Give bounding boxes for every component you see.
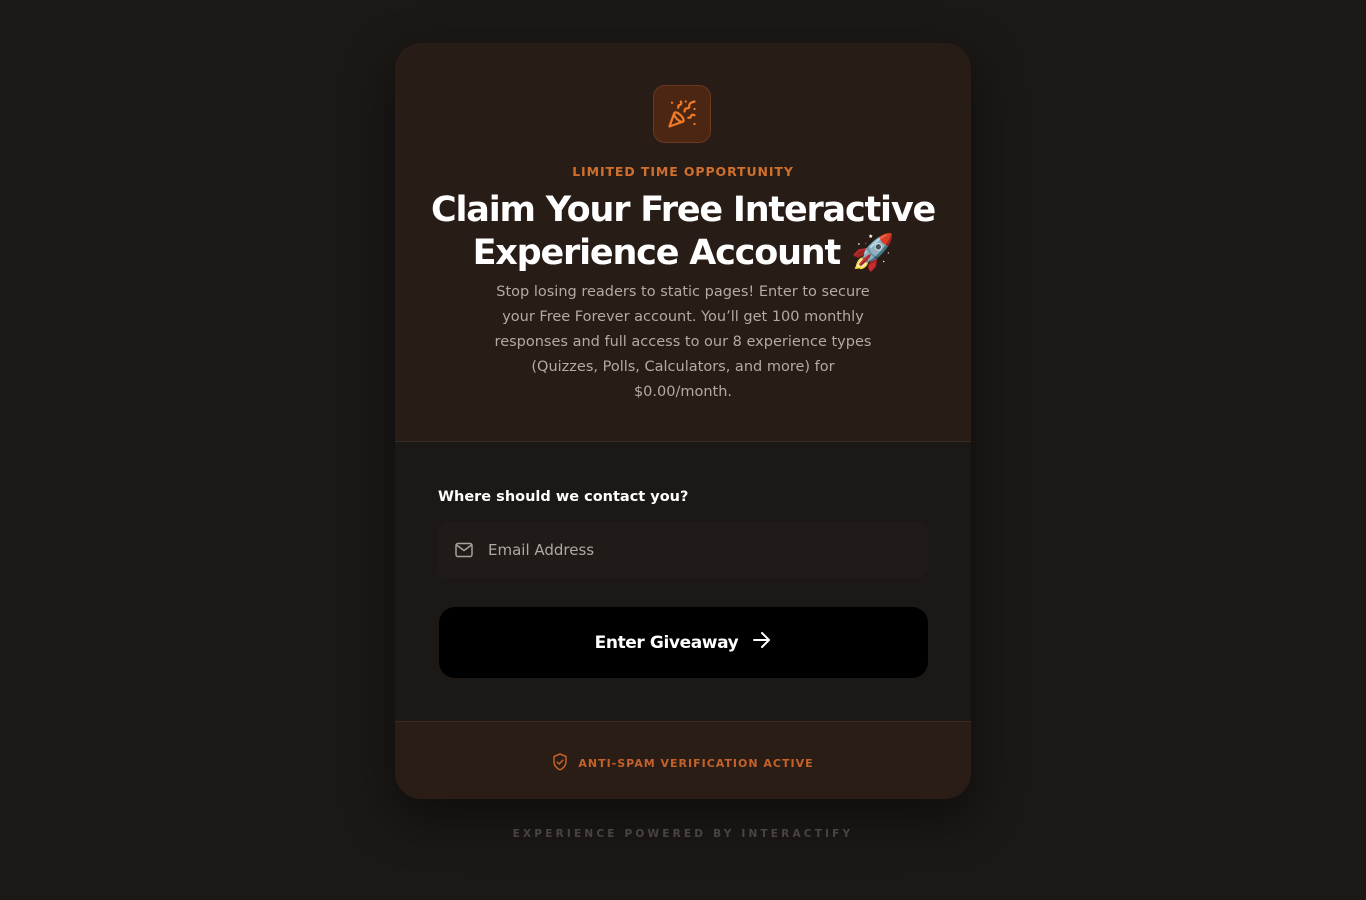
page-title: Claim Your Free Interactive Experience A… (431, 190, 936, 273)
anti-spam-text: ANTI-SPAM VERIFICATION ACTIVE (578, 757, 814, 770)
hero-section: LIMITED TIME OPPORTUNITY Claim Your Free… (395, 43, 971, 442)
email-input[interactable] (488, 522, 908, 578)
anti-spam-status: ANTI-SPAM VERIFICATION ACTIVE (395, 753, 971, 774)
powered-by-text: EXPERIENCE POWERED BY INTERACTIFY (512, 828, 854, 840)
email-field-wrapper[interactable] (438, 522, 928, 578)
enter-giveaway-label: Enter Giveaway (594, 632, 739, 653)
mail-icon (455, 542, 473, 562)
enter-giveaway-button[interactable]: Enter Giveaway (439, 607, 928, 678)
giveaway-card: LIMITED TIME OPPORTUNITY Claim Your Free… (395, 43, 971, 799)
arrow-right-icon (752, 631, 772, 654)
shield-check-icon (552, 753, 568, 774)
signup-form: Where should we contact you? Enter Givea… (395, 442, 971, 722)
party-popper-icon (653, 85, 711, 143)
verification-band: ANTI-SPAM VERIFICATION ACTIVE (395, 721, 971, 799)
hero-description: Stop losing readers to static pages! Ent… (494, 284, 872, 400)
eyebrow-label: LIMITED TIME OPPORTUNITY (572, 164, 794, 179)
email-field-label: Where should we contact you? (438, 489, 689, 505)
